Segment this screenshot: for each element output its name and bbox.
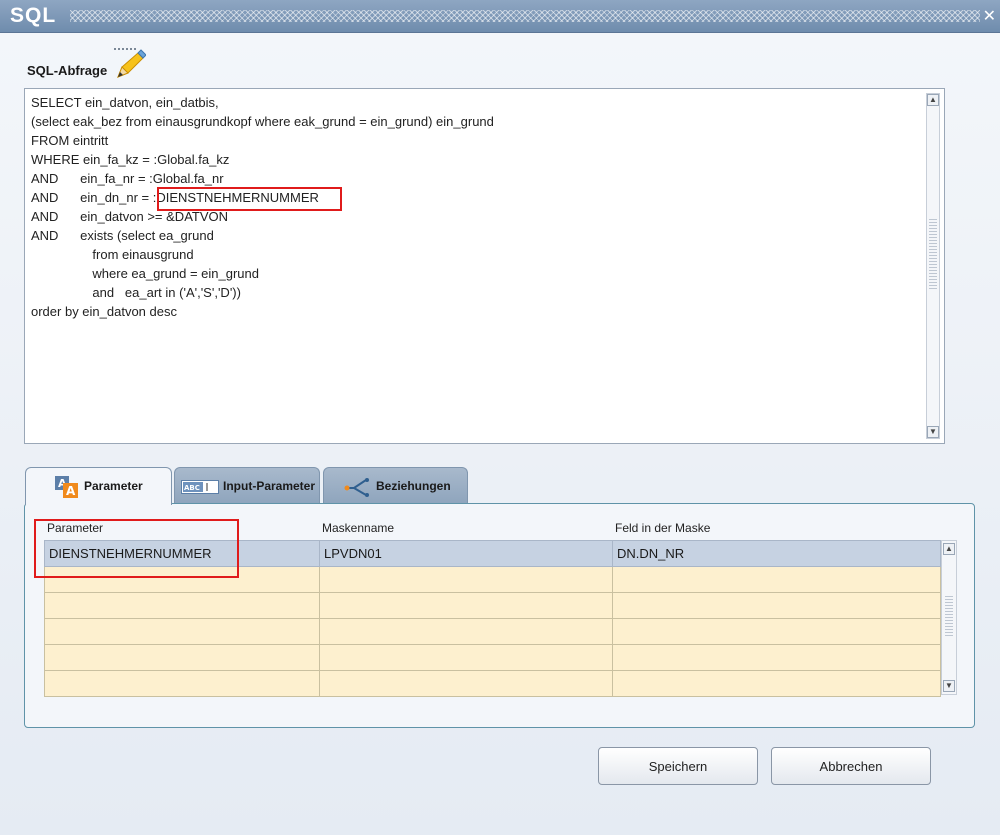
cell-feld[interactable] bbox=[612, 566, 941, 593]
tab-beziehungen[interactable]: Beziehungen bbox=[323, 467, 468, 503]
cell-parameter[interactable] bbox=[44, 670, 320, 697]
cell-parameter[interactable] bbox=[44, 566, 320, 593]
relation-icon bbox=[344, 478, 369, 497]
table-row[interactable] bbox=[44, 592, 941, 619]
parameter-grid: DIENSTNEHMERNUMMER LPVDN01 DN.DN_NR bbox=[44, 540, 941, 697]
cell-feld[interactable]: DN.DN_NR bbox=[612, 540, 941, 567]
edit-pencil-icon bbox=[114, 48, 146, 78]
cell-parameter[interactable]: DIENSTNEHMERNUMMER bbox=[44, 540, 320, 567]
column-header-feld: Feld in der Maske bbox=[615, 521, 711, 535]
cancel-button[interactable]: Abbrechen bbox=[771, 747, 931, 785]
tab-parameter-label: Parameter bbox=[84, 479, 143, 493]
tab-input-parameter-label: Input-Parameter bbox=[223, 479, 316, 493]
sql-dialog: SQL-Abfrage SELECT ein_datvon, ein_datbi… bbox=[0, 33, 1000, 835]
table-row[interactable]: DIENSTNEHMERNUMMER LPVDN01 DN.DN_NR bbox=[44, 540, 941, 567]
tab-input-parameter[interactable]: ABC Input-Parameter bbox=[174, 467, 320, 503]
scroll-down-icon[interactable]: ▼ bbox=[943, 680, 955, 692]
sql-query-label: SQL-Abfrage bbox=[27, 63, 108, 78]
svg-text:A: A bbox=[66, 484, 76, 498]
scroll-up-icon[interactable]: ▲ bbox=[927, 94, 939, 106]
window-title: SQL bbox=[10, 4, 57, 27]
cell-feld[interactable] bbox=[612, 644, 941, 671]
close-icon[interactable]: ✕ bbox=[983, 6, 996, 26]
scroll-grip[interactable] bbox=[929, 219, 937, 289]
table-row[interactable] bbox=[44, 618, 941, 645]
cell-feld[interactable] bbox=[612, 670, 941, 697]
tab-beziehungen-label: Beziehungen bbox=[376, 479, 451, 493]
svg-text:ABC: ABC bbox=[184, 484, 200, 492]
table-row[interactable] bbox=[44, 566, 941, 593]
scroll-up-icon[interactable]: ▲ bbox=[943, 543, 955, 555]
column-header-maskenname: Maskenname bbox=[322, 521, 395, 535]
cell-parameter[interactable] bbox=[44, 644, 320, 671]
cell-maskenname[interactable] bbox=[319, 592, 613, 619]
sql-editor-scrollbar[interactable]: ▲ ▼ bbox=[926, 93, 940, 439]
cell-feld[interactable] bbox=[612, 592, 941, 619]
cell-feld[interactable] bbox=[612, 618, 941, 645]
scroll-down-icon[interactable]: ▼ bbox=[927, 426, 939, 438]
column-header-parameter: Parameter bbox=[47, 521, 104, 535]
cell-parameter[interactable] bbox=[44, 592, 320, 619]
cell-maskenname[interactable] bbox=[319, 644, 613, 671]
table-row[interactable] bbox=[44, 670, 941, 697]
scroll-grip[interactable] bbox=[945, 596, 953, 636]
parameter-icon: A A bbox=[55, 476, 78, 498]
cell-maskenname[interactable] bbox=[319, 566, 613, 593]
cell-parameter[interactable] bbox=[44, 618, 320, 645]
sql-query-editor[interactable]: SELECT ein_datvon, ein_datbis, (select e… bbox=[24, 88, 945, 444]
title-bar: SQL ✕ bbox=[0, 0, 1000, 33]
title-bar-pattern bbox=[70, 10, 980, 22]
grid-scrollbar[interactable]: ▲ ▼ bbox=[941, 540, 957, 695]
cell-maskenname[interactable] bbox=[319, 618, 613, 645]
save-button[interactable]: Speichern bbox=[598, 747, 758, 785]
table-row[interactable] bbox=[44, 644, 941, 671]
input-field-icon: ABC bbox=[181, 480, 219, 494]
sql-query-text[interactable]: SELECT ein_datvon, ein_datbis, (select e… bbox=[31, 93, 914, 439]
cell-maskenname[interactable] bbox=[319, 670, 613, 697]
tab-parameter[interactable]: A A Parameter bbox=[25, 467, 172, 505]
cell-maskenname[interactable]: LPVDN01 bbox=[319, 540, 613, 567]
